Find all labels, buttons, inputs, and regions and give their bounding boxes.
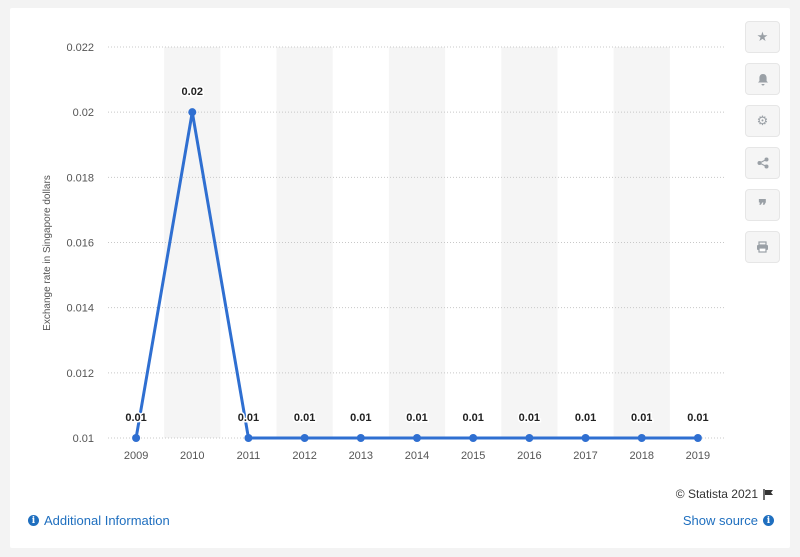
quote-icon[interactable]: ❞: [745, 189, 780, 221]
data-point-2012: [300, 434, 309, 442]
data-label-2014: 0.01: [406, 412, 427, 424]
y-tick-label: 0.022: [66, 42, 94, 54]
data-point-2013: [356, 434, 365, 442]
data-label-2017: 0.01: [575, 412, 596, 424]
statista-credit: © Statista 2021: [676, 487, 774, 501]
additional-information-link[interactable]: i Additional Information: [28, 513, 170, 528]
band-2018: [613, 47, 670, 438]
x-axis-ticks: 2009 2010 2011 2012 2013 2014 2015 2016 2017 2018…: [124, 450, 710, 462]
data-label-2019: 0.01: [687, 412, 708, 424]
data-point-2014: [413, 434, 421, 442]
star-icon[interactable]: ★: [745, 21, 780, 53]
x-tick-label: 2010: [180, 450, 204, 462]
data-label-2012: 0.01: [294, 412, 315, 424]
y-tick-label: 0.01: [73, 433, 94, 445]
credit-text: © Statista 2021: [675, 487, 758, 501]
share-icon[interactable]: [745, 147, 780, 179]
y-axis-label: Exchange rate in Singapore dollars: [42, 175, 53, 331]
line-chart: 0.010.0120.0140.0160.0180.020.022 2009 20…: [42, 42, 726, 462]
y-tick-label: 0.014: [66, 303, 94, 315]
data-point-2011: [244, 434, 253, 442]
gear-icon[interactable]: ⚙: [745, 105, 780, 137]
data-point-2017: [581, 434, 590, 442]
x-tick-label: 2012: [292, 450, 316, 462]
y-tick-label: 0.016: [66, 238, 94, 250]
additional-information-label: Additional Information: [44, 513, 170, 528]
info-icon: i: [28, 515, 39, 526]
show-source-label: Show source: [682, 513, 758, 528]
x-tick-label: 2013: [349, 450, 373, 462]
y-tick-label: 0.012: [66, 368, 94, 380]
data-point-2015: [469, 434, 478, 442]
data-point-2019: [693, 434, 702, 442]
bell-icon[interactable]: [745, 63, 780, 95]
data-point-2009: [132, 434, 141, 442]
x-tick-label: 2011: [237, 450, 261, 462]
data-point-2010: [188, 108, 197, 117]
data-label-2009: 0.01: [125, 412, 146, 424]
data-label-2016: 0.01: [519, 412, 540, 424]
x-tick-label: 2014: [405, 450, 429, 462]
data-label-2015: 0.01: [462, 412, 483, 424]
y-tick-label: 0.018: [66, 172, 94, 184]
y-tick-label: 0.02: [73, 107, 94, 119]
x-tick-label: 2009: [124, 450, 148, 462]
x-tick-label: 2016: [517, 450, 541, 462]
data-label-2011: 0.01: [238, 412, 259, 424]
show-source-link[interactable]: Show source i: [683, 513, 774, 528]
x-tick-label: 2018: [629, 450, 653, 462]
data-label-2013: 0.01: [350, 412, 371, 424]
info-icon: i: [763, 515, 774, 526]
data-point-2016: [525, 434, 534, 442]
x-tick-label: 2019: [686, 450, 710, 462]
data-point-2018: [637, 434, 646, 442]
data-label-2018: 0.01: [631, 412, 652, 424]
y-axis-ticks: 0.01 0.012 0.014 0.016 0.018 0.02 0.022: [66, 42, 94, 445]
print-icon[interactable]: [745, 231, 780, 263]
data-label-2010: 0.02: [182, 86, 203, 98]
x-tick-label: 2017: [573, 450, 597, 462]
x-tick-label: 2015: [461, 450, 485, 462]
flag-icon: [763, 488, 773, 500]
